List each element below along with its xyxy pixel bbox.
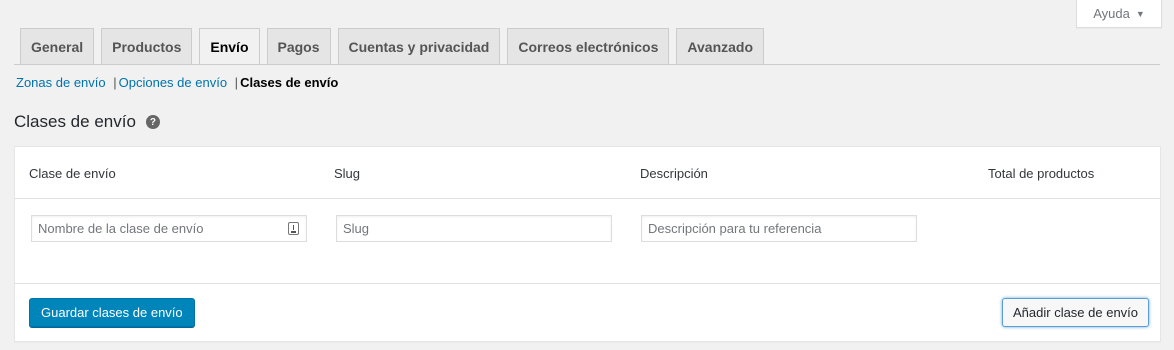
tab-envio[interactable]: Envío — [199, 28, 260, 65]
add-shipping-class-button[interactable]: Añadir clase de envío — [1002, 298, 1150, 327]
shipping-classes-table: Clase de envío Slug Descripción Total de… — [14, 146, 1161, 342]
subnav-separator: | — [234, 75, 239, 90]
settings-tabs: General Productos Envío Pagos Cuentas y … — [20, 28, 771, 65]
section-title-text: Clases de envío — [14, 112, 136, 131]
tab-productos[interactable]: Productos — [101, 28, 193, 64]
tab-cuentas-privacidad[interactable]: Cuentas y privacidad — [337, 28, 501, 64]
table-footer-divider — [15, 283, 1160, 284]
subnav-opciones-link[interactable]: Opciones de envío — [119, 75, 227, 90]
help-question-icon[interactable]: ? — [145, 115, 160, 129]
subnav-clases-current[interactable]: Clases de envío — [240, 75, 338, 90]
tab-avanzado[interactable]: Avanzado — [676, 28, 765, 64]
subnav-separator: | — [113, 75, 117, 90]
caret-down-icon: ▼ — [1135, 8, 1145, 19]
column-header-description: Descripción — [640, 166, 708, 181]
help-label: Ayuda — [1093, 6, 1130, 21]
tab-correos-electronicos[interactable]: Correos electrónicos — [507, 28, 670, 64]
column-header-total: Total de productos — [988, 166, 1095, 181]
shipping-class-name-input[interactable] — [31, 215, 307, 242]
description-input[interactable] — [641, 215, 917, 242]
password-manager-icon[interactable] — [288, 222, 299, 235]
tab-pagos[interactable]: Pagos — [266, 28, 331, 64]
table-header: Clase de envío Slug Descripción Total de… — [15, 147, 1160, 199]
column-header-slug: Slug — [334, 166, 361, 181]
slug-input[interactable] — [336, 215, 612, 242]
subnav-zonas-link[interactable]: Zonas de envío — [16, 75, 106, 90]
column-header-class: Clase de envío — [29, 166, 116, 181]
page-title: Clases de envío ? — [14, 112, 160, 132]
shipping-subnav: Zonas de envío | Opciones de envío | Clase… — [16, 75, 338, 90]
tab-general[interactable]: General — [20, 28, 95, 64]
tabs-divider — [14, 64, 1160, 65]
help-tab-button[interactable]: Ayuda ▼ — [1076, 0, 1162, 28]
save-shipping-classes-button[interactable]: Guardar clases de envío — [29, 298, 195, 327]
